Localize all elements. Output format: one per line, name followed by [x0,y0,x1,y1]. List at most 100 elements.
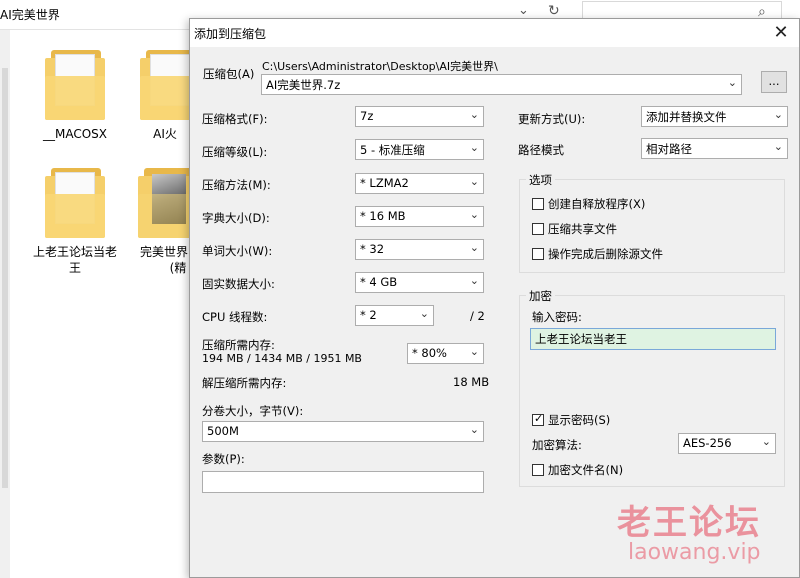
folder-icon [140,50,190,120]
enc-method-select[interactable]: AES-256 ⌄ [678,433,776,454]
word-select-value: * 32 [360,242,385,256]
chevron-down-icon[interactable]: ⌄ [420,307,429,320]
dialog-titlebar[interactable]: 添加到压缩包 ✕ [190,19,799,47]
scrollbar[interactable] [0,30,10,578]
cpu-label: CPU 线程数: [202,310,268,324]
pathmode-label: 路径模式 [518,143,564,157]
folder-label-extra: (精 [169,261,187,275]
shared-checkbox-label: 压缩共享文件 [548,222,617,236]
options-group-title: 选项 [526,172,555,188]
update-label: 更新方式(U): [518,112,586,126]
dialog-title: 添加到压缩包 [194,27,267,41]
params-label: 参数(P): [202,452,245,466]
checkbox-box-checked[interactable] [532,412,544,426]
folder-item[interactable]: 上老王论坛当老王 [30,168,120,276]
dict-select[interactable]: * 16 MB ⌄ [355,206,484,227]
cpu-select-value: * 2 [360,308,377,322]
chevron-down-icon[interactable]: ⌄ [470,108,479,121]
chevron-down-icon[interactable]: ⌄ [470,423,479,436]
add-to-archive-dialog: 添加到压缩包 ✕ 压缩包(A) C:\Users\Administrator\D… [189,18,800,578]
encryption-group-title: 加密 [526,288,555,304]
archive-name-value: AI完美世界.7z [266,78,341,92]
word-select[interactable]: * 32 ⌄ [355,239,484,260]
format-select-value: 7z [360,109,374,123]
show-password-checkbox[interactable]: 显示密码(S) [532,412,610,428]
chevron-down-icon[interactable]: ⌄ [728,76,737,89]
mem-values: 194 MB / 1434 MB / 1951 MB [202,352,362,365]
solid-label: 固实数据大小: [202,277,275,291]
level-select[interactable]: 5 - 标准压缩 ⌄ [355,139,484,160]
checkbox-box[interactable] [532,464,544,476]
checkbox-box[interactable] [532,223,544,235]
volume-select-value: 500M [207,424,239,438]
update-select-value: 添加并替换文件 [646,110,727,124]
chevron-down-icon[interactable]: ⌄ [470,241,479,254]
format-select[interactable]: 7z ⌄ [355,106,484,127]
level-select-value: 5 - 标准压缩 [360,143,425,157]
chevron-down-icon[interactable]: ⌄ [470,208,479,221]
format-label: 压缩格式(F): [202,112,268,126]
folder-icon [138,168,190,238]
password-input[interactable]: 上老王论坛当老王 [530,328,776,350]
word-label: 单词大小(W): [202,244,273,258]
chevron-down-icon[interactable]: ⌄ [518,3,529,18]
dict-label: 字典大小(D): [202,211,270,225]
folder-icon [45,50,105,120]
pathmode-select-value: 相对路径 [646,142,692,156]
checkbox-box[interactable] [532,248,544,260]
watermark-url: laowang.vip [628,540,761,565]
encryption-group: 加密 输入密码: 上老王论坛当老王 显示密码(S) 加密算法: AES-256 ⌄… [519,288,785,487]
folder-label: 完美世界 [139,245,188,259]
refresh-icon[interactable]: ↻ [548,3,560,19]
enc-method-label: 加密算法: [532,438,582,452]
mem-label: 压缩所需内存: [202,338,275,352]
sfx-checkbox-label: 创建自释放程序(X) [548,197,646,211]
method-select[interactable]: * LZMA2 ⌄ [355,173,484,194]
params-input[interactable] [202,471,484,493]
cpu-select[interactable]: * 2 ⌄ [355,305,434,326]
folder-item[interactable]: AI火 [140,50,190,142]
dict-select-value: * 16 MB [360,209,406,223]
update-select[interactable]: 添加并替换文件 ⌄ [641,106,788,127]
archive-path: C:\Users\Administrator\Desktop\AI完美世界\ [262,60,498,73]
browse-button[interactable]: ... [761,71,787,93]
solid-select-value: * 4 GB [360,275,398,289]
decomp-label: 解压缩所需内存: [202,376,287,390]
chevron-down-icon[interactable]: ⌄ [470,274,479,287]
sfx-checkbox[interactable]: 创建自释放程序(X) [532,196,645,212]
cpu-total: / 2 [470,309,485,323]
encrypt-names-checkbox[interactable]: 加密文件名(N) [532,462,623,478]
close-button[interactable]: ✕ [769,21,793,45]
pathmode-select[interactable]: 相对路径 ⌄ [641,138,788,159]
chevron-down-icon[interactable]: ⌄ [470,345,479,358]
archive-label: 压缩包(A) [203,67,255,81]
level-label: 压缩等级(L): [202,145,268,159]
scrollbar-thumb[interactable] [2,68,8,488]
folder-item[interactable]: 完美世界 (精 [138,168,190,276]
volume-label: 分卷大小，字节(V): [202,404,304,418]
solid-select[interactable]: * 4 GB ⌄ [355,272,484,293]
chevron-down-icon[interactable]: ⌄ [470,141,479,154]
chevron-down-icon[interactable]: ⌄ [774,108,783,121]
folder-item[interactable]: __MACOSX [30,50,120,142]
folder-icon [45,168,105,238]
archive-name-combo[interactable]: AI完美世界.7z ⌄ [261,74,742,95]
volume-select[interactable]: 500M ⌄ [202,421,484,442]
chevron-down-icon[interactable]: ⌄ [762,435,771,448]
watermark-title: 老王论坛 [617,503,761,543]
chevron-down-icon[interactable]: ⌄ [470,175,479,188]
password-label: 输入密码: [532,310,582,324]
explorer-path[interactable]: AI完美世界 [0,6,60,23]
mem-percent-value: * 80% [412,346,447,360]
shared-checkbox[interactable]: 压缩共享文件 [532,221,617,237]
enc-method-value: AES-256 [683,436,732,450]
method-label: 压缩方法(M): [202,178,271,192]
options-group: 选项 创建自释放程序(X) 压缩共享文件 操作完成后删除源文件 [519,172,785,273]
folder-label: 上老王论坛当老王 [32,245,117,275]
chevron-down-icon[interactable]: ⌄ [774,140,783,153]
delete-source-checkbox[interactable]: 操作完成后删除源文件 [532,246,663,262]
mem-percent-select[interactable]: * 80% ⌄ [407,343,484,364]
folder-label: AI火 [153,127,177,141]
folder-label: __MACOSX [42,127,107,141]
checkbox-box[interactable] [532,198,544,210]
